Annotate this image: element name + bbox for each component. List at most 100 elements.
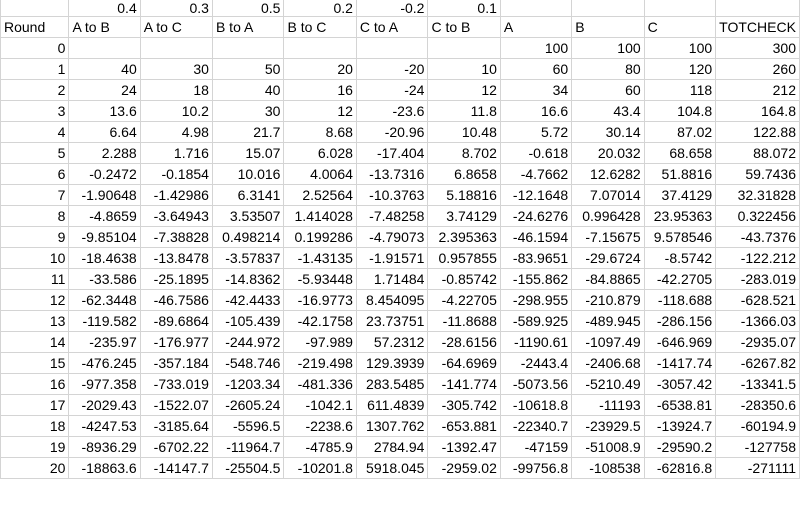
cell[interactable]: 32.31828 [715,184,800,206]
cell[interactable]: 0.199286 [283,226,357,248]
cell[interactable]: -24.6276 [499,205,573,227]
cell[interactable]: 10 [427,58,501,80]
cell[interactable]: TOTCHECK [715,16,800,38]
cell[interactable] [0,0,70,17]
cell[interactable]: 1307.762 [355,415,429,437]
cell[interactable]: 120 [643,58,717,80]
cell[interactable]: -7.38828 [139,226,213,248]
cell[interactable]: 8 [0,205,70,227]
cell[interactable]: 6.3141 [211,184,285,206]
cell[interactable]: -244.972 [211,331,285,353]
cell[interactable]: 13 [0,310,70,332]
cell[interactable]: 15.07 [211,142,285,164]
cell[interactable]: -1042.1 [283,394,357,416]
cell[interactable]: -99756.8 [499,457,573,479]
cell[interactable]: 20 [283,58,357,80]
cell[interactable]: -25.1895 [139,268,213,290]
cell[interactable]: 11 [0,268,70,290]
cell[interactable] [427,37,501,59]
cell[interactable]: -18863.6 [68,457,141,479]
cell[interactable] [211,37,285,59]
cell[interactable]: -1097.49 [571,331,645,353]
cell[interactable]: -3.57837 [211,247,285,269]
cell[interactable]: -271111 [715,457,800,479]
cell[interactable]: 0.4 [68,0,141,17]
cell[interactable]: 2.288 [68,142,141,164]
cell[interactable]: 1 [0,58,70,80]
cell[interactable]: -60194.9 [715,415,800,437]
cell[interactable]: 10 [0,247,70,269]
cell[interactable]: 68.658 [643,142,717,164]
cell[interactable]: 12.6282 [571,163,645,185]
cell[interactable]: 30 [139,58,213,80]
cell[interactable]: -13.7316 [355,163,429,185]
cell[interactable]: -1366.03 [715,310,800,332]
cell[interactable]: -476.245 [68,352,141,374]
cell[interactable]: 10.48 [427,121,501,143]
cell[interactable]: 1.414028 [283,205,357,227]
cell[interactable]: 23.73751 [355,310,429,332]
cell[interactable]: 164.8 [715,100,800,122]
cell[interactable]: 19 [0,436,70,458]
cell[interactable] [355,37,429,59]
cell[interactable]: 24 [68,79,141,101]
cell[interactable]: 8.68 [283,121,357,143]
cell[interactable]: -0.2472 [68,163,141,185]
cell[interactable]: 300 [715,37,800,59]
cell[interactable]: -646.969 [643,331,717,353]
cell[interactable] [283,37,357,59]
cell[interactable]: -47159 [499,436,573,458]
cell[interactable]: -12.1648 [499,184,573,206]
cell[interactable]: 51.8816 [643,163,717,185]
cell[interactable]: 283.5485 [355,373,429,395]
cell[interactable]: -0.618 [499,142,573,164]
cell[interactable]: -11193 [571,394,645,416]
cell[interactable]: A to B [68,16,141,38]
cell[interactable]: 11.8 [427,100,501,122]
cell[interactable]: -18.4638 [68,247,141,269]
cell[interactable]: -13924.7 [643,415,717,437]
cell[interactable]: -64.6969 [427,352,501,374]
cell[interactable]: 100 [571,37,645,59]
cell[interactable]: -1417.74 [643,352,717,374]
cell[interactable]: -122.212 [715,247,800,269]
cell[interactable]: 2.52564 [283,184,357,206]
cell[interactable]: -6702.22 [139,436,213,458]
cell[interactable]: -1203.34 [211,373,285,395]
cell[interactable]: 12 [0,289,70,311]
cell[interactable]: -8.5742 [643,247,717,269]
cell[interactable]: -16.9773 [283,289,357,311]
cell[interactable]: 6.8658 [427,163,501,185]
cell[interactable]: 87.02 [643,121,717,143]
cell[interactable]: -1.90648 [68,184,141,206]
cell[interactable]: -10201.8 [283,457,357,479]
cell[interactable]: 16.6 [499,100,573,122]
cell[interactable]: -8936.29 [68,436,141,458]
cell[interactable]: 16 [0,373,70,395]
cell[interactable]: 0.3 [139,0,213,17]
cell[interactable]: -1190.61 [499,331,573,353]
cell[interactable]: 3 [0,100,70,122]
cell[interactable]: 10.016 [211,163,285,185]
cell[interactable]: 1.71484 [355,268,429,290]
cell[interactable]: -42.2705 [643,268,717,290]
cell[interactable]: -141.774 [427,373,501,395]
cell[interactable]: -28.6156 [427,331,501,353]
cell[interactable]: -653.881 [427,415,501,437]
cell[interactable]: -3.64943 [139,205,213,227]
cell[interactable]: -28350.6 [715,394,800,416]
cell[interactable]: -489.945 [571,310,645,332]
cell[interactable] [68,37,141,59]
cell[interactable]: -2935.07 [715,331,800,353]
cell[interactable]: -22340.7 [499,415,573,437]
cell[interactable]: -6538.81 [643,394,717,416]
cell[interactable]: 40 [68,58,141,80]
cell[interactable]: B to A [211,16,285,38]
cell[interactable]: -4.79073 [355,226,429,248]
cell[interactable]: -10618.8 [499,394,573,416]
cell[interactable]: 1.716 [139,142,213,164]
cell[interactable]: 0.996428 [571,205,645,227]
cell[interactable]: -2406.68 [571,352,645,374]
cell[interactable]: -51008.9 [571,436,645,458]
cell[interactable]: -20.96 [355,121,429,143]
